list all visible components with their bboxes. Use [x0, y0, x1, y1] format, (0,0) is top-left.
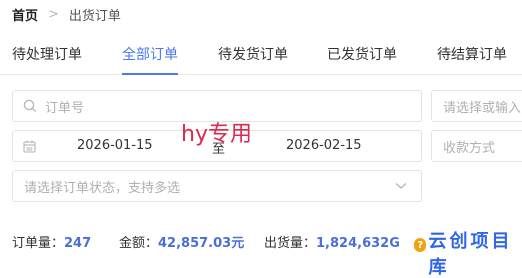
tab-shipped[interactable]: 已发货订单: [327, 44, 397, 74]
tab-label: 全部订单: [122, 47, 178, 63]
order-tabs: 待处理订单 全部订单 待发货订单 已发货订单 待结算订单: [0, 44, 522, 75]
breadcrumb-current: 出货订单: [68, 8, 121, 24]
brand-logo: ? 云创项目库: [414, 231, 522, 278]
customer-select-placeholder: 请选择或输入: [443, 100, 522, 116]
amount-stat: 金额：42,857.03元: [119, 232, 244, 251]
order-count-stat: 订单量：247: [12, 232, 91, 251]
date-start-value[interactable]: 2026-01-15: [77, 138, 153, 153]
calendar-icon: [23, 140, 36, 153]
payment-method-select[interactable]: 收款方式: [431, 130, 522, 162]
shipped-stat: 出货量：1,824,632G: [264, 232, 400, 251]
page: 首页 > 出货订单 待处理订单 全部订单 待发货订单 已发货订单 待结算订单 订…: [0, 0, 522, 278]
breadcrumb: 首页 > 出货订单: [12, 4, 121, 24]
tab-label: 待发货订单: [218, 47, 288, 63]
tab-to-ship[interactable]: 待发货订单: [218, 44, 288, 74]
brand-text: 云创项目库: [428, 231, 513, 278]
amount-label: 金额：: [119, 236, 159, 251]
order-status-placeholder: 请选择订单状态，支持多选: [24, 180, 181, 196]
tab-pending[interactable]: 待处理订单: [12, 44, 82, 74]
watermark-text: hy专用: [181, 122, 252, 147]
chevron-down-icon: [395, 183, 407, 189]
tab-to-settle[interactable]: 待结算订单: [437, 44, 507, 74]
tab-label: 已发货订单: [327, 47, 397, 63]
tab-label: 待结算订单: [437, 47, 507, 63]
breadcrumb-home[interactable]: 首页: [12, 5, 38, 24]
order-count-label: 订单量：: [12, 236, 65, 251]
order-status-select[interactable]: 请选择订单状态，支持多选: [12, 170, 422, 202]
order-number-placeholder: 订单号: [45, 100, 85, 116]
search-icon: [23, 99, 37, 113]
breadcrumb-separator-icon: >: [48, 6, 59, 22]
order-count-value: 247: [64, 236, 92, 251]
active-tab-indicator: [122, 73, 178, 75]
tab-label: 待处理订单: [12, 47, 82, 63]
customer-select[interactable]: 请选择或输入: [431, 90, 522, 122]
help-badge-icon: ?: [414, 238, 427, 252]
shipped-value: 1,824,632G: [316, 236, 400, 251]
shipped-label: 出货量：: [264, 236, 317, 251]
date-end-value[interactable]: 2026-02-15: [286, 138, 362, 153]
tab-all-orders[interactable]: 全部订单: [122, 44, 178, 75]
amount-value: 42,857.03元: [158, 236, 245, 251]
payment-method-placeholder: 收款方式: [443, 140, 496, 156]
